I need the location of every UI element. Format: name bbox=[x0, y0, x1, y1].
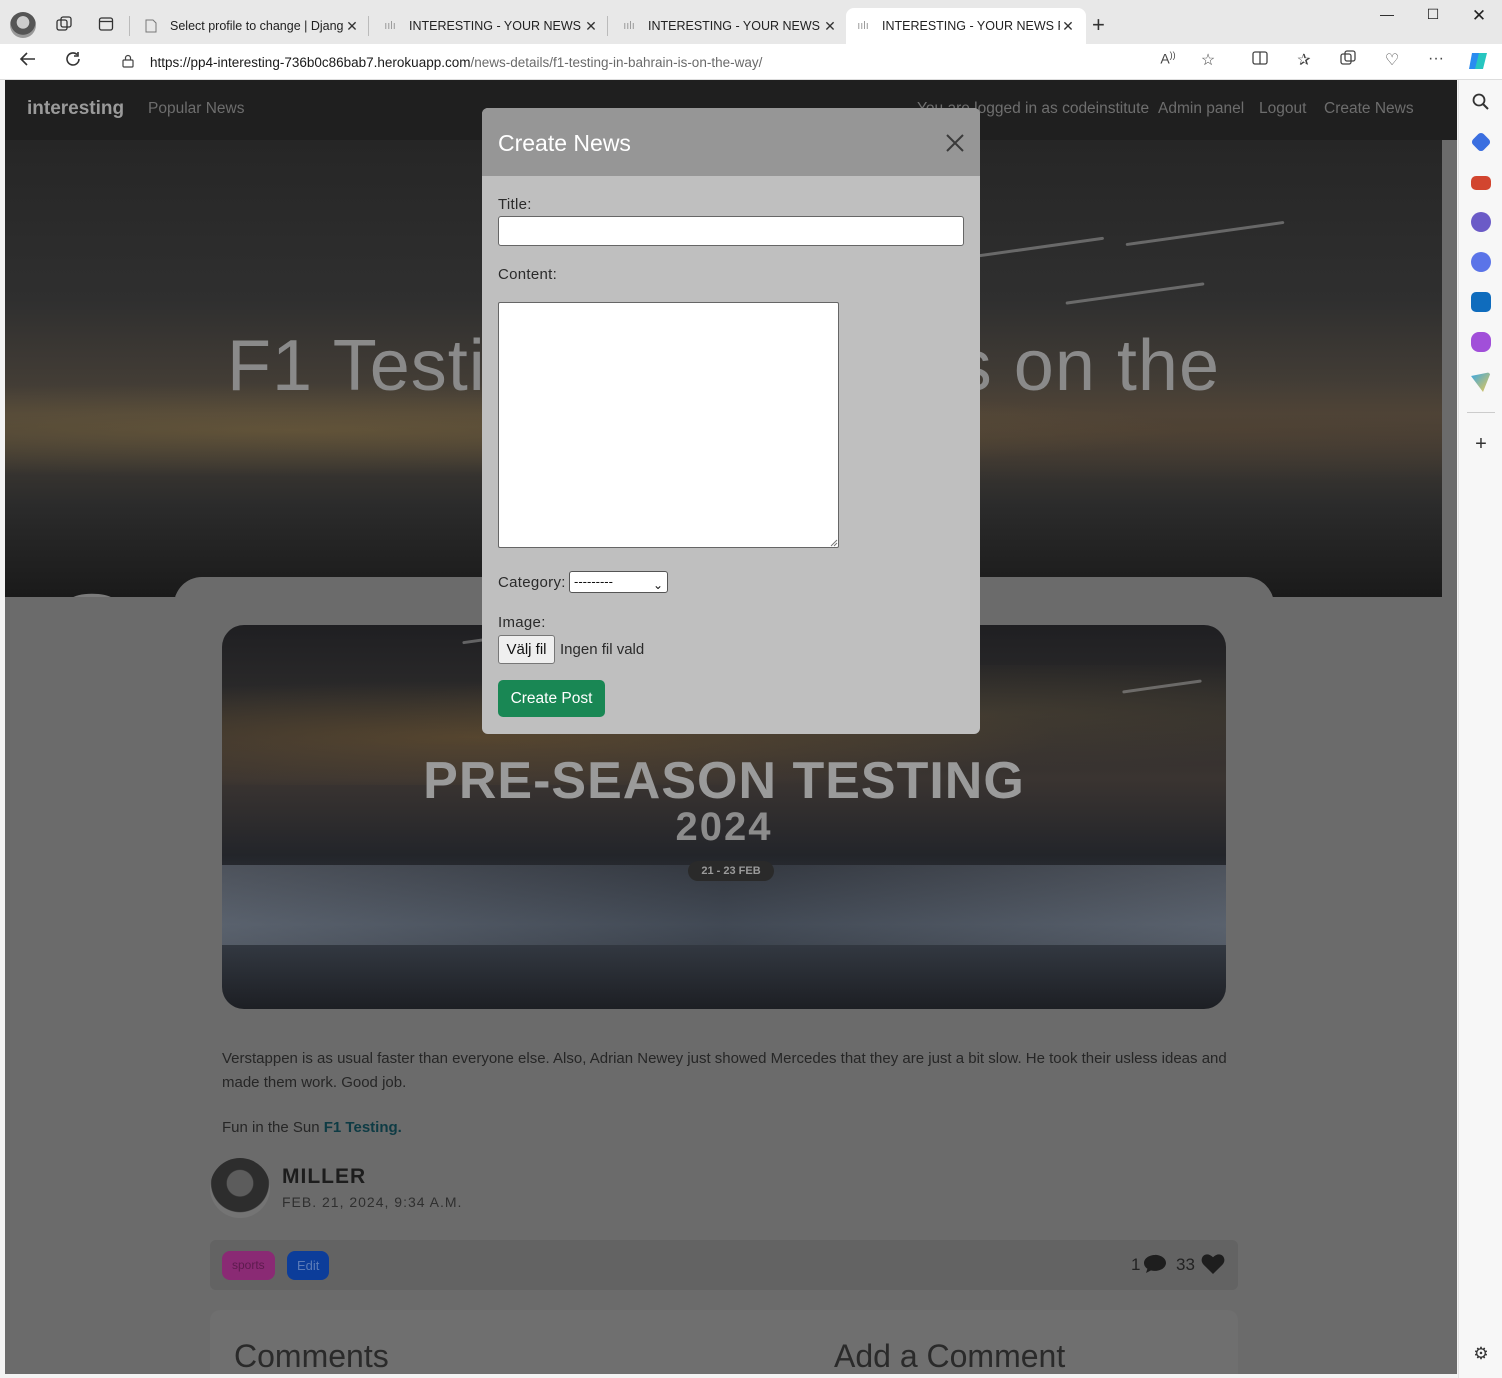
modal-title: Create News bbox=[498, 130, 631, 156]
copilot-icon[interactable] bbox=[1466, 49, 1490, 73]
more-menu-icon[interactable]: ··· bbox=[1424, 50, 1448, 74]
light-streak bbox=[1125, 220, 1285, 247]
edit-button[interactable]: Edit bbox=[287, 1251, 330, 1280]
heart-like-icon[interactable] bbox=[1200, 1252, 1226, 1276]
chevron-down-icon: ⌄ bbox=[652, 578, 663, 592]
browser-tab-bar: Select profile to change | Django ✕ ıılı… bbox=[0, 0, 1502, 44]
new-tab-button[interactable]: + bbox=[1092, 12, 1105, 38]
comments-heading: Comments bbox=[234, 1338, 389, 1374]
nav-popular-news[interactable]: Popular News bbox=[148, 100, 245, 118]
comments-section: Comments Add a Comment bbox=[210, 1310, 1238, 1374]
favorites-icon[interactable]: ✰ bbox=[1292, 50, 1316, 74]
address-toolbar: https://pp4-interesting-736b0c86bab7.her… bbox=[0, 44, 1502, 80]
light-streak bbox=[1065, 282, 1205, 305]
tab-close-icon[interactable]: ✕ bbox=[1060, 18, 1076, 35]
add-sidebar-app-icon[interactable]: + bbox=[1471, 434, 1491, 454]
tab-title: INTERESTING - YOUR NEWS FIX bbox=[882, 19, 1060, 33]
tools-briefcase-icon[interactable] bbox=[1471, 176, 1491, 190]
site-brand-link[interactable]: interesting bbox=[27, 98, 124, 120]
close-icon[interactable] bbox=[944, 132, 966, 154]
content-textarea[interactable] bbox=[498, 302, 839, 548]
nav-admin-panel[interactable]: Admin panel bbox=[1158, 100, 1244, 118]
add-comment-heading: Add a Comment bbox=[834, 1338, 1066, 1374]
page-icon bbox=[144, 19, 158, 33]
microsoft365-icon[interactable] bbox=[1471, 252, 1491, 272]
workspaces-icon[interactable] bbox=[50, 10, 78, 38]
tab-title: Select profile to change | Django bbox=[170, 19, 344, 33]
close-window-icon[interactable]: ✕ bbox=[1456, 6, 1502, 30]
tab-close-icon[interactable]: ✕ bbox=[583, 18, 599, 35]
image-dates: 21 - 23 FEB bbox=[688, 861, 774, 881]
nav-create-news[interactable]: Create News bbox=[1324, 100, 1414, 118]
refresh-icon[interactable] bbox=[61, 50, 85, 74]
browser-profile-avatar[interactable] bbox=[10, 12, 36, 38]
read-aloud-icon[interactable]: A)) bbox=[1156, 50, 1180, 74]
browser-essentials-icon[interactable]: ♡ bbox=[1380, 50, 1404, 74]
tab-django-admin[interactable]: Select profile to change | Django ✕ bbox=[134, 8, 370, 44]
browser-sidebar: + ⚙ bbox=[1458, 80, 1502, 1378]
url-path: /news-details/f1-testing-in-bahrain-is-o… bbox=[470, 54, 763, 70]
image-label: Image: bbox=[498, 614, 546, 631]
maximize-icon[interactable]: ☐ bbox=[1410, 6, 1456, 30]
outlook-icon[interactable] bbox=[1471, 292, 1491, 312]
comment-count: 1 bbox=[1131, 1255, 1141, 1274]
author-avatar bbox=[210, 1158, 270, 1218]
article-meta-bar: sports Edit 1 33 bbox=[210, 1240, 1238, 1290]
category-select[interactable]: --------- ⌄ bbox=[569, 571, 668, 593]
favorite-star-icon[interactable]: ☆ bbox=[1196, 50, 1220, 74]
designer-icon[interactable] bbox=[1471, 332, 1491, 352]
tab-interesting-1[interactable]: ıılı INTERESTING - YOUR NEWS FIX ✕ bbox=[373, 8, 609, 44]
tab-actions-icon[interactable] bbox=[92, 10, 120, 38]
post-date: FEB. 21, 2024, 9:34 A.M. bbox=[282, 1194, 463, 1210]
tab-close-icon[interactable]: ✕ bbox=[822, 18, 838, 35]
page-viewport: F1 Testis on the SEASON TEST interesting… bbox=[5, 80, 1457, 1374]
search-icon[interactable] bbox=[1471, 92, 1491, 112]
file-status: Ingen fil vald bbox=[560, 641, 645, 658]
article-footer-bold: F1 Testing. bbox=[323, 1119, 402, 1136]
modal-header: Create News bbox=[482, 108, 980, 176]
tab-interesting-active[interactable]: ıılı INTERESTING - YOUR NEWS FIX ✕ bbox=[846, 8, 1086, 44]
tab-title: INTERESTING - YOUR NEWS FIX bbox=[648, 19, 822, 33]
tab-close-icon[interactable]: ✕ bbox=[344, 18, 360, 35]
author-name: MILLER bbox=[282, 1165, 367, 1188]
comment-bubble-icon bbox=[1144, 1254, 1166, 1273]
collections-icon[interactable] bbox=[1336, 50, 1360, 74]
games-icon[interactable] bbox=[1471, 212, 1491, 232]
title-label: Title: bbox=[498, 196, 532, 213]
create-news-modal: Create News Title: Content: Category: --… bbox=[482, 108, 980, 734]
back-icon[interactable] bbox=[16, 50, 40, 74]
site-favicon-icon: ıılı bbox=[623, 20, 635, 32]
minimize-icon[interactable]: — bbox=[1364, 6, 1410, 30]
category-selected-value: --------- bbox=[574, 574, 613, 589]
tab-interesting-2[interactable]: ıılı INTERESTING - YOUR NEWS FIX ✕ bbox=[612, 8, 848, 44]
category-label: Category: bbox=[498, 574, 566, 591]
resize-handle-icon[interactable] bbox=[830, 539, 838, 547]
url-host: https://pp4-interesting-736b0c86bab7.her… bbox=[150, 54, 471, 70]
create-post-button[interactable]: Create Post bbox=[498, 680, 605, 717]
like-count: 33 bbox=[1176, 1255, 1195, 1274]
site-favicon-icon: ıılı bbox=[857, 20, 869, 32]
drop-icon[interactable] bbox=[1471, 372, 1491, 392]
site-favicon-icon: ıılı bbox=[384, 20, 396, 32]
sidebar-settings-gear-icon[interactable]: ⚙ bbox=[1471, 1344, 1491, 1364]
nav-logout[interactable]: Logout bbox=[1259, 100, 1306, 118]
article-body: Verstappen is as usual faster than every… bbox=[222, 1050, 1227, 1091]
tab-title: INTERESTING - YOUR NEWS FIX bbox=[409, 19, 583, 33]
image-year: 2024 bbox=[675, 805, 773, 849]
split-screen-icon[interactable] bbox=[1248, 50, 1272, 74]
lock-icon[interactable] bbox=[122, 54, 134, 68]
image-headline: PRE-SEASON TESTING bbox=[423, 752, 1025, 810]
url-field[interactable]: https://pp4-interesting-736b0c86bab7.her… bbox=[102, 47, 1232, 77]
content-label: Content: bbox=[498, 266, 558, 283]
title-input[interactable] bbox=[498, 216, 964, 246]
shopping-tag-icon[interactable] bbox=[1470, 131, 1492, 153]
choose-file-button[interactable]: Välj fil bbox=[498, 635, 555, 664]
article-footer-text: Fun in the Sun F1 Testing. bbox=[222, 1119, 402, 1136]
category-badge[interactable]: sports bbox=[222, 1251, 275, 1280]
